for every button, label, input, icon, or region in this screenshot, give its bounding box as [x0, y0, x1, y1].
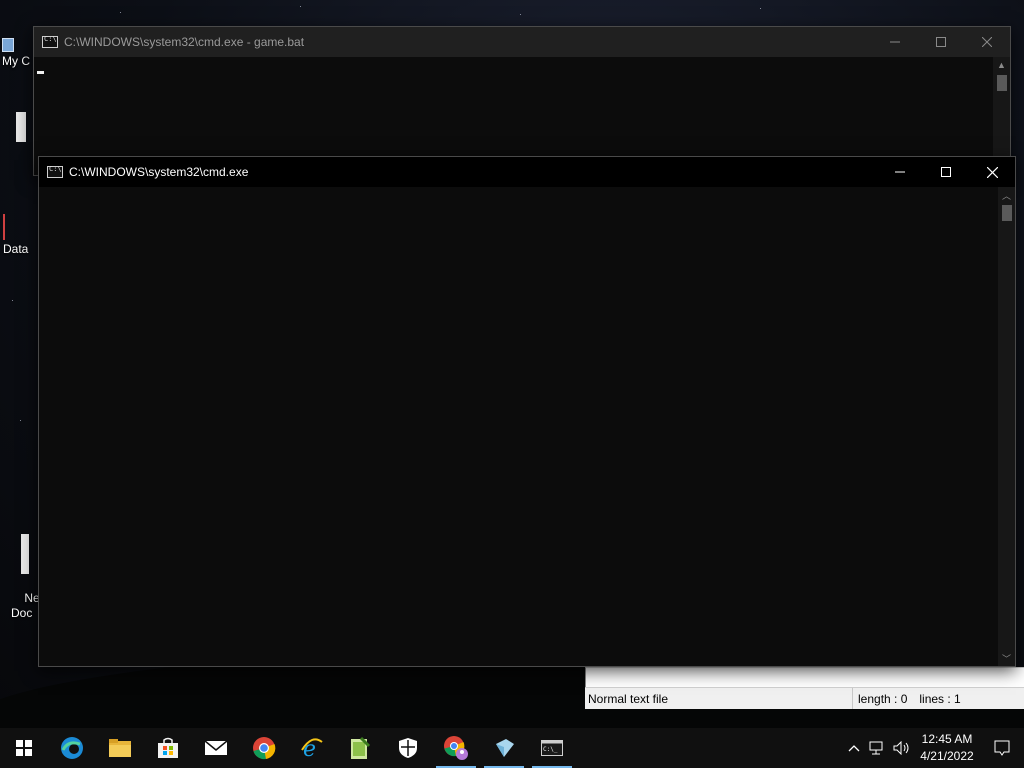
star — [12, 300, 13, 301]
taskbar-notepad-plus-plus[interactable] — [336, 728, 384, 768]
folder-icon — [109, 739, 131, 757]
minimize-icon — [895, 171, 905, 173]
desktop-icon-label: Ne Doc — [11, 591, 40, 620]
windows-logo-icon — [16, 740, 32, 756]
taskbar-mail[interactable] — [192, 728, 240, 768]
star — [300, 6, 301, 7]
network-icon — [869, 741, 883, 755]
notifications-button[interactable] — [980, 728, 1024, 768]
vertical-scrollbar[interactable]: ︿ ﹀ — [998, 187, 1015, 666]
scroll-up-icon[interactable]: ▲ — [993, 57, 1010, 73]
notepad-window[interactable]: Normal text file length : 0 lines : 1 — [585, 667, 1024, 709]
close-icon — [982, 37, 992, 47]
status-file-type: Normal text file — [585, 688, 853, 709]
start-button[interactable] — [0, 728, 48, 768]
taskbar-command-prompt[interactable]: C:\_ — [528, 728, 576, 768]
scroll-up-icon[interactable]: ︿ — [998, 187, 1015, 203]
taskbar-windows-security[interactable] — [384, 728, 432, 768]
cmd-window-game-bat[interactable]: C:\WINDOWS\system32\cmd.exe - game.bat ▲ — [33, 26, 1011, 176]
minimize-button[interactable] — [877, 157, 923, 187]
cmd-icon — [47, 165, 63, 178]
maximize-icon — [936, 37, 946, 47]
volume-button[interactable] — [890, 728, 914, 768]
desktop-icon-label: Data — [3, 242, 29, 256]
cmd-icon — [42, 35, 58, 48]
window-title: C:\WINDOWS\system32\cmd.exe — [69, 165, 249, 179]
store-icon — [158, 737, 178, 758]
taskbar: e C:\_ 12:45 AM 4/21/2022 — [0, 728, 1024, 768]
titlebar[interactable]: C:\WINDOWS\system32\cmd.exe — [39, 157, 1015, 187]
star — [520, 14, 521, 15]
maximize-button[interactable] — [923, 157, 969, 187]
show-hidden-icons-button[interactable] — [842, 728, 866, 768]
scroll-thumb[interactable] — [1002, 205, 1012, 221]
chrome-profile-icon — [444, 736, 468, 760]
speaker-icon — [893, 741, 909, 755]
star — [120, 12, 121, 13]
taskbar-chrome-profile[interactable] — [432, 728, 480, 768]
close-button[interactable] — [969, 157, 1015, 187]
close-icon — [986, 166, 998, 178]
star — [20, 420, 21, 421]
console-output[interactable] — [39, 187, 998, 666]
taskbar-file-explorer[interactable] — [96, 728, 144, 768]
clock-date: 4/21/2022 — [920, 749, 974, 763]
chrome-icon — [253, 737, 276, 760]
edge-icon — [61, 737, 83, 759]
shield-icon — [399, 738, 417, 758]
desktop-icon-file[interactable] — [16, 112, 26, 144]
svg-text:C:\_: C:\_ — [543, 746, 558, 753]
clock[interactable]: 12:45 AM 4/21/2022 — [914, 731, 980, 765]
notepad-status-bar: Normal text file length : 0 lines : 1 — [585, 687, 1024, 709]
cmd-window[interactable]: C:\WINDOWS\system32\cmd.exe ︿ ﹀ — [38, 156, 1016, 667]
titlebar[interactable]: C:\WINDOWS\system32\cmd.exe - game.bat — [34, 27, 1010, 57]
text-document-icon — [21, 534, 29, 574]
minimize-icon — [890, 41, 900, 43]
data-shortcut-icon — [3, 214, 17, 240]
maximize-button[interactable] — [918, 27, 964, 57]
taskbar-store[interactable] — [144, 728, 192, 768]
computer-icon — [2, 38, 14, 52]
taskbar-edge[interactable] — [48, 728, 96, 768]
chevron-up-icon — [848, 745, 860, 752]
cube-icon — [496, 739, 514, 757]
network-button[interactable] — [866, 728, 890, 768]
scroll-thumb[interactable] — [997, 75, 1007, 91]
maximize-icon — [941, 167, 951, 177]
notification-icon — [994, 740, 1010, 756]
notepadpp-icon — [351, 736, 371, 759]
desktop-icon-new-document[interactable]: Ne Doc — [11, 504, 40, 636]
clock-time: 12:45 AM — [921, 732, 973, 746]
desktop-icon-label: My C — [2, 54, 30, 68]
status-length: length : 0 — [858, 691, 908, 706]
ie-icon: e — [301, 737, 323, 760]
close-button[interactable] — [964, 27, 1010, 57]
desktop: My C Data Ne Doc C:\WINDOWS\system32\cmd… — [0, 0, 1024, 728]
document-icon — [16, 112, 26, 142]
mail-icon — [204, 740, 228, 755]
notepad-edit-area[interactable] — [585, 667, 1024, 687]
star — [760, 8, 761, 9]
taskbar-virtualbox[interactable] — [480, 728, 528, 768]
scroll-down-icon[interactable]: ﹀ — [998, 650, 1015, 666]
taskbar-chrome[interactable] — [240, 728, 288, 768]
taskbar-internet-explorer[interactable]: e — [288, 728, 336, 768]
system-tray: 12:45 AM 4/21/2022 — [842, 728, 1024, 768]
desktop-icon-data[interactable]: Data — [3, 214, 28, 256]
text-cursor — [37, 71, 44, 74]
minimize-button[interactable] — [872, 27, 918, 57]
status-lines: lines : 1 — [919, 691, 961, 706]
cmd-icon: C:\_ — [541, 740, 563, 756]
window-title: C:\WINDOWS\system32\cmd.exe - game.bat — [64, 35, 305, 49]
desktop-icon-my-computer[interactable]: My C — [2, 38, 30, 68]
